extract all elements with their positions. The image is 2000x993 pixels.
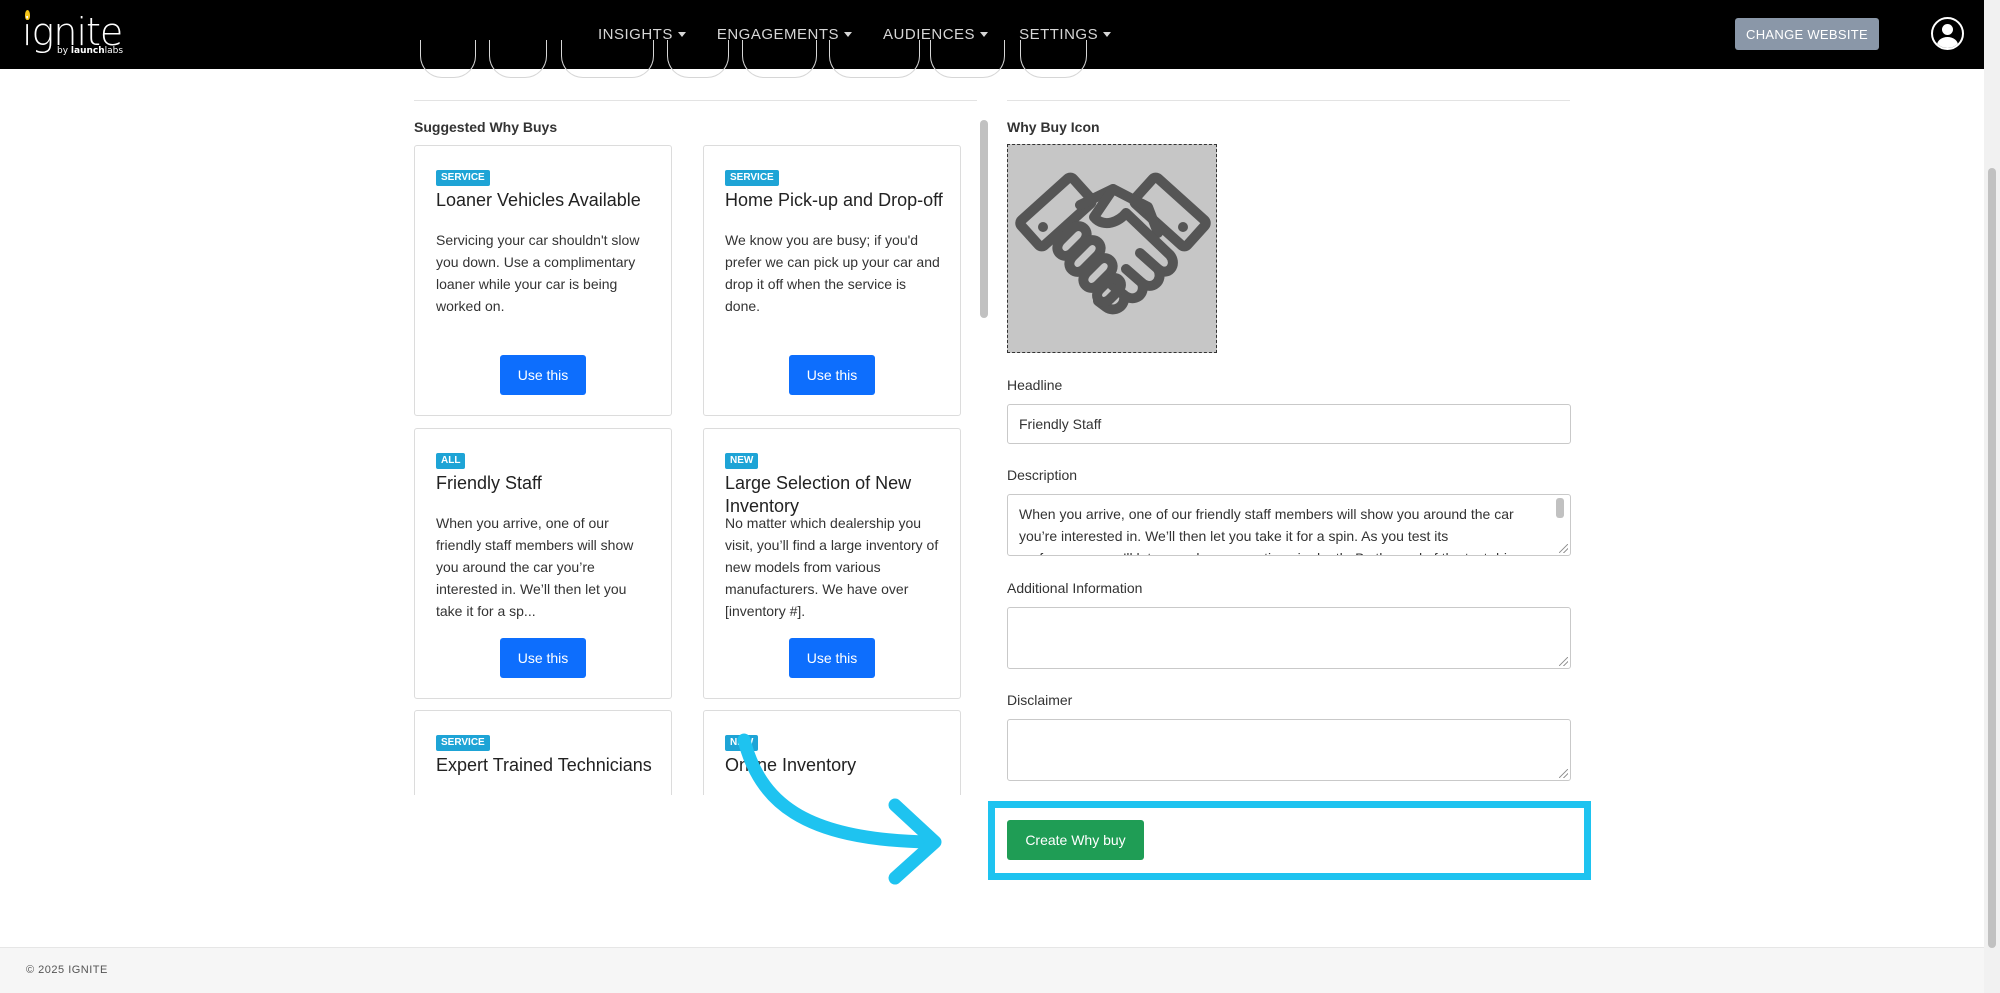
suggested-list[interactable]: SERVICE Loaner Vehicles Available Servic… xyxy=(414,118,979,795)
additional-information-label: Additional Information xyxy=(1007,580,1143,596)
suggestion-card: ALL Friendly Staff When you arrive, one … xyxy=(414,428,672,699)
why-buy-icon-label: Why Buy Icon xyxy=(1007,119,1100,135)
footer: © 2025 IGNITE xyxy=(0,947,1984,993)
resize-handle-icon[interactable] xyxy=(1559,769,1568,778)
additional-information-textarea[interactable] xyxy=(1007,607,1571,669)
card-description: Servicing your car shouldn't slow you do… xyxy=(436,232,640,314)
chevron-down-icon xyxy=(980,32,989,37)
category-badge: SERVICE xyxy=(436,735,490,751)
suggestion-card: SERVICE Loaner Vehicles Available Servic… xyxy=(414,145,672,416)
handshake-icon xyxy=(1015,172,1211,315)
filter-pill[interactable] xyxy=(829,40,920,78)
suggestion-card: SERVICE Home Pick-up and Drop-off We kno… xyxy=(703,145,961,416)
filter-pill[interactable] xyxy=(420,40,476,78)
filter-pill[interactable] xyxy=(561,40,654,78)
divider xyxy=(1007,100,1570,101)
use-this-button[interactable]: Use this xyxy=(789,355,875,395)
change-website-button[interactable]: CHANGE WEBSITE xyxy=(1735,18,1879,50)
use-this-button[interactable]: Use this xyxy=(789,638,875,678)
chevron-down-icon xyxy=(1103,32,1112,37)
headline-input[interactable]: Friendly Staff xyxy=(1007,404,1571,444)
category-badge: NEW xyxy=(725,453,759,469)
disclaimer-label: Disclaimer xyxy=(1007,692,1073,708)
card-title: Expert Trained Technicians xyxy=(436,755,652,775)
category-badge: ALL xyxy=(436,453,466,469)
suggestion-card: NEW Large Selection of New Inventory No … xyxy=(703,428,961,699)
suggested-list-scrollbar[interactable] xyxy=(978,118,990,795)
description-text: When you arrive, one of our friendly sta… xyxy=(1019,506,1522,555)
card-title: Loaner Vehicles Available xyxy=(436,190,641,210)
suggestion-card: SERVICE Expert Trained Technicians xyxy=(414,710,672,795)
filter-pill[interactable] xyxy=(742,40,817,78)
filter-pill[interactable] xyxy=(1020,40,1087,78)
description-label: Description xyxy=(1007,467,1078,483)
divider xyxy=(414,100,977,101)
category-badge: SERVICE xyxy=(436,170,490,186)
logo-subtitle: by launchlabs xyxy=(57,46,124,56)
card-description: No matter which dealership you visit, yo… xyxy=(725,515,939,619)
category-badge: SERVICE xyxy=(725,170,779,186)
chevron-down-icon xyxy=(844,32,853,37)
use-this-button[interactable]: Use this xyxy=(500,355,586,395)
filter-pill[interactable] xyxy=(667,40,729,78)
create-why-buy-button[interactable]: Create Why buy xyxy=(1007,820,1144,860)
description-scrollbar[interactable] xyxy=(1553,496,1567,554)
why-buy-icon-picker[interactable] xyxy=(1007,144,1217,353)
filter-pill[interactable] xyxy=(930,40,1005,78)
disclaimer-textarea[interactable] xyxy=(1007,719,1571,781)
filter-pill[interactable] xyxy=(489,40,547,78)
copyright-text: © 2025 IGNITE xyxy=(26,964,108,976)
page-scrollbar[interactable] xyxy=(1984,0,2000,993)
user-avatar-icon[interactable] xyxy=(1931,17,1964,50)
chevron-down-icon xyxy=(677,32,686,37)
ignite-logo[interactable]: ignite by launchlabs xyxy=(22,10,132,58)
description-textarea[interactable]: When you arrive, one of our friendly sta… xyxy=(1007,494,1571,556)
card-title: Home Pick-up and Drop-off xyxy=(725,190,943,210)
headline-label: Headline xyxy=(1007,377,1063,393)
resize-handle-icon[interactable] xyxy=(1559,657,1568,666)
card-description: When you arrive, one of our friendly sta… xyxy=(436,515,634,619)
callout-arrow-icon xyxy=(737,733,942,885)
card-title: Friendly Staff xyxy=(436,473,542,493)
use-this-button[interactable]: Use this xyxy=(500,638,586,678)
card-description: We know you are busy; if you'd prefer we… xyxy=(725,232,940,314)
